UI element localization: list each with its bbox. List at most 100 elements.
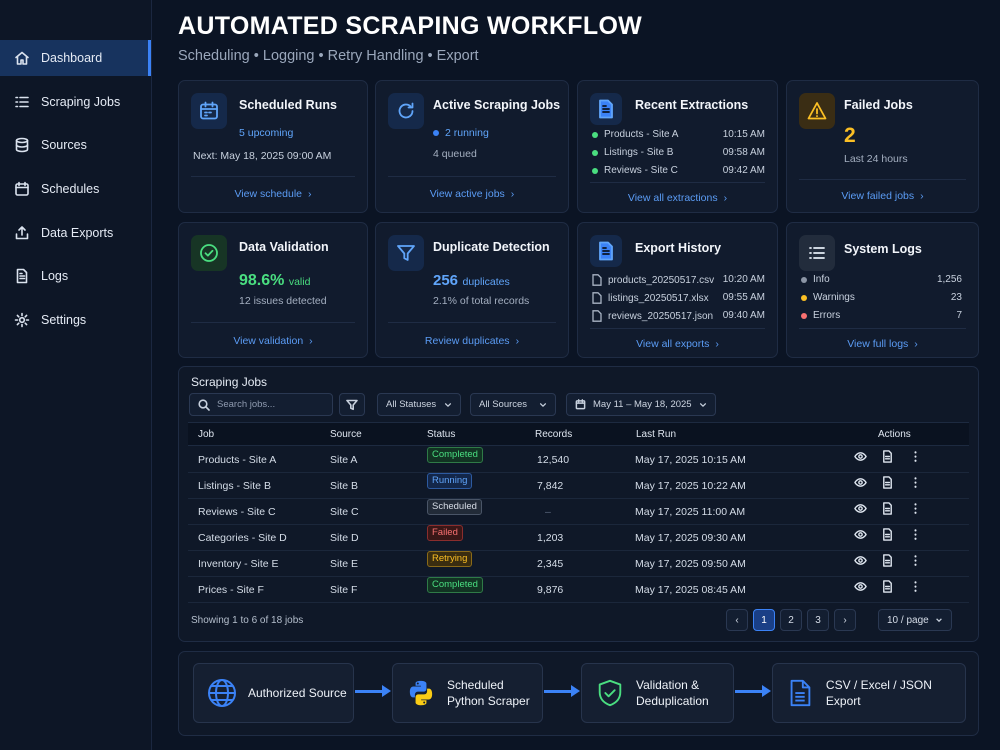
- table-row[interactable]: Products - Site A Site A Completed 12,540 Ma…: [188, 447, 969, 473]
- flow-arrow: [735, 685, 771, 697]
- view-schedule-link[interactable]: View schedule ›: [179, 188, 367, 200]
- search-input[interactable]: Search jobs...: [189, 393, 333, 416]
- view-failed-jobs-link[interactable]: View failed jobs ›: [787, 190, 978, 202]
- view-icon[interactable]: [854, 577, 867, 603]
- more-icon[interactable]: [909, 577, 922, 603]
- records-cell: 2,345: [537, 558, 564, 570]
- status-badge: Completed: [427, 447, 483, 463]
- divider: [388, 322, 556, 323]
- source-cell: Site A: [330, 454, 358, 466]
- sidebar-item-scraping-jobs[interactable]: Scraping Jobs: [0, 84, 151, 120]
- status-filter-select[interactable]: All Statuses: [377, 393, 461, 416]
- records-cell: –: [545, 506, 551, 518]
- card-title: Recent Extractions: [635, 98, 749, 112]
- last-run-cell: May 17, 2025 08:45 AM: [635, 584, 746, 596]
- view-icon[interactable]: [854, 499, 867, 525]
- filter-button[interactable]: [339, 393, 365, 416]
- column-header-last-run[interactable]: Last Run: [636, 423, 676, 447]
- chevron-down-icon: [699, 402, 707, 407]
- view-icon[interactable]: [854, 447, 867, 473]
- document-icon[interactable]: [881, 525, 894, 551]
- sidebar-item-label: Settings: [41, 313, 87, 328]
- file-icon: [785, 677, 816, 709]
- document-icon[interactable]: [881, 551, 894, 577]
- more-icon[interactable]: [909, 499, 922, 525]
- document-icon[interactable]: [881, 473, 894, 499]
- status-badge: Running: [427, 473, 473, 489]
- view-full-logs-link[interactable]: View full logs ›: [787, 338, 978, 350]
- filter-icon: [346, 399, 358, 410]
- view-all-exports-link[interactable]: View all exports ›: [578, 338, 777, 350]
- date-range-picker[interactable]: May 11 – May 18, 2025: [566, 393, 716, 416]
- review-duplicates-link[interactable]: Review duplicates ›: [376, 335, 568, 347]
- document-icon[interactable]: [881, 447, 894, 473]
- document-icon[interactable]: [881, 577, 894, 603]
- error-dot: [801, 312, 807, 319]
- column-header-actions: Actions: [878, 429, 911, 440]
- extraction-item: Products - Site A 10:15 AM: [592, 129, 765, 140]
- chevron-down-icon: [444, 402, 452, 407]
- view-icon[interactable]: [854, 525, 867, 551]
- page-3-button[interactable]: 3: [807, 609, 829, 631]
- table-row[interactable]: Listings - Site B Site B Running 7,842 May 1…: [188, 473, 969, 499]
- file-icon: [590, 93, 622, 125]
- source-cell: Site E: [330, 558, 359, 570]
- view-active-jobs-link[interactable]: View active jobs ›: [376, 188, 568, 200]
- column-header-source[interactable]: Source: [330, 423, 362, 447]
- sidebar-item-schedules[interactable]: Schedules: [0, 171, 151, 207]
- more-icon[interactable]: [909, 447, 922, 473]
- view-validation-link[interactable]: View validation ›: [179, 335, 367, 347]
- export-history-card: Export History products_20250517.csv 10:2…: [577, 222, 778, 358]
- table-row[interactable]: Reviews - Site C Site C Scheduled – May 17, …: [188, 499, 969, 525]
- prev-page-button[interactable]: ‹: [726, 609, 748, 631]
- sidebar-item-data-exports[interactable]: Data Exports: [0, 215, 151, 251]
- system-logs-card: System Logs Info 1,256 Warnings 23 Errors 7…: [786, 222, 979, 358]
- page-title: AUTOMATED SCRAPING WORKFLOW: [178, 12, 643, 40]
- valid-percent: 98.6% valid: [239, 272, 311, 289]
- view-icon[interactable]: [854, 551, 867, 577]
- export-item: reviews_20250517.json 09:40 AM: [592, 310, 765, 322]
- home-icon: [14, 50, 30, 66]
- next-page-button[interactable]: ›: [834, 609, 856, 631]
- page-size-select[interactable]: 10 / page: [878, 609, 952, 631]
- sidebar-item-dashboard[interactable]: Dashboard: [0, 40, 151, 76]
- records-cell: 9,876: [537, 584, 564, 596]
- sidebar-item-settings[interactable]: Settings: [0, 302, 151, 338]
- source-cell: Site D: [330, 532, 359, 544]
- python-icon: [405, 677, 437, 709]
- table-row[interactable]: Categories - Site D Site D Failed 1,203 May …: [188, 525, 969, 551]
- column-header-job[interactable]: Job: [198, 423, 214, 447]
- file-icon: [592, 292, 602, 304]
- more-icon[interactable]: [909, 551, 922, 577]
- table-row[interactable]: Prices - Site F Site F Completed 9,876 May 1…: [188, 577, 969, 603]
- database-icon: [14, 137, 30, 153]
- panel-title: Scraping Jobs: [191, 375, 268, 389]
- view-all-extractions-link[interactable]: View all extractions ›: [578, 192, 777, 204]
- more-icon[interactable]: [909, 473, 922, 499]
- view-icon[interactable]: [854, 473, 867, 499]
- table-row[interactable]: Inventory - Site E Site E Retrying 2,345 May…: [188, 551, 969, 577]
- page-1-button[interactable]: 1: [753, 609, 775, 631]
- column-header-status[interactable]: Status: [427, 423, 455, 447]
- calendar-icon: [575, 399, 586, 410]
- duplicate-count: 256 duplicates: [433, 272, 510, 289]
- sidebar-item-label: Scraping Jobs: [41, 94, 121, 109]
- card-title: Failed Jobs: [844, 98, 913, 112]
- status-badge: Failed: [427, 525, 463, 541]
- sidebar-item-logs[interactable]: Logs: [0, 258, 151, 294]
- sidebar-item-sources[interactable]: Sources: [0, 127, 151, 163]
- file-icon: [592, 310, 602, 322]
- queued-count: 4 queued: [433, 148, 477, 160]
- chevron-down-icon: [936, 618, 942, 623]
- page-2-button[interactable]: 2: [780, 609, 802, 631]
- source-filter-select[interactable]: All Sources: [470, 393, 556, 416]
- document-icon: [14, 268, 30, 284]
- job-name-cell: Products - Site A: [198, 454, 277, 466]
- sidebar-item-label: Dashboard: [41, 51, 103, 65]
- card-title: Scheduled Runs: [239, 98, 337, 112]
- card-title: Active Scraping Jobs: [433, 98, 561, 112]
- card-title: Duplicate Detection: [433, 240, 550, 254]
- more-icon[interactable]: [909, 525, 922, 551]
- document-icon[interactable]: [881, 499, 894, 525]
- column-header-records[interactable]: Records: [535, 423, 572, 447]
